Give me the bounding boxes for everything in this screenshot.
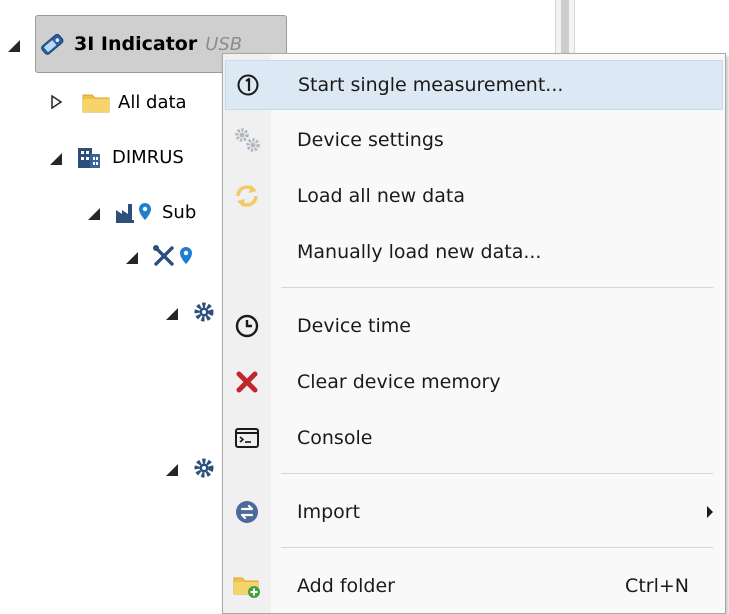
menu-item-console[interactable]: Console [225, 413, 723, 463]
menu-item-import[interactable]: Import [225, 487, 723, 537]
tree-item-label: All data [118, 91, 187, 113]
tree-item-label: DIMRUS [112, 146, 184, 168]
import-icon [225, 499, 269, 525]
folder-icon [82, 90, 110, 114]
collapse-icon[interactable] [8, 40, 20, 52]
gears-icon [225, 125, 269, 155]
connection-type-label: USB [205, 33, 243, 55]
menu-item-label: Clear device memory [297, 371, 501, 393]
menu-item-label: Manually load new data... [297, 241, 542, 263]
menu-item-clear-device-memory[interactable]: Clear device memory [225, 357, 723, 407]
menu-item-device-settings[interactable]: Device settings [225, 115, 723, 165]
gear-icon [192, 456, 220, 480]
red-x-icon [225, 370, 269, 394]
menu-separator [281, 287, 713, 288]
building-icon [76, 145, 104, 169]
menu-separator [281, 473, 713, 474]
menu-item-label: Device settings [297, 129, 444, 151]
tree-item-dimrus[interactable]: DIMRUS [50, 143, 184, 171]
tools-location-icon [152, 244, 196, 268]
tree-item-equipment[interactable] [126, 242, 204, 270]
menu-item-label: Console [297, 427, 373, 449]
tree-item-unit-2[interactable] [166, 454, 228, 482]
menu-item-device-time[interactable]: Device time [225, 301, 723, 351]
console-icon [225, 426, 269, 450]
number-one-circle-icon [226, 73, 270, 97]
menu-item-label: Device time [297, 315, 411, 337]
menu-item-label: Add folder [297, 575, 395, 597]
menu-item-add-folder[interactable]: Add folder Ctrl+N [225, 561, 723, 611]
expand-icon[interactable] [50, 94, 64, 110]
tree-item-all-data[interactable]: All data [50, 88, 187, 116]
clock-icon [225, 313, 269, 339]
menu-item-start-single-measurement[interactable]: Start single measurement... [225, 60, 723, 110]
menu-item-load-all-new-data[interactable]: Load all new data [225, 171, 723, 221]
collapse-icon[interactable] [126, 252, 138, 264]
refresh-icon [225, 181, 269, 211]
collapse-icon[interactable] [88, 208, 100, 220]
tree-item-substation[interactable]: Sub [88, 198, 196, 226]
submenu-arrow-icon [707, 506, 713, 518]
tree-item-label: Sub [162, 201, 197, 223]
menu-item-label: Load all new data [297, 185, 465, 207]
add-folder-icon [225, 572, 269, 600]
menu-item-label: Start single measurement... [298, 74, 564, 96]
tree-item-unit-1[interactable] [166, 298, 228, 326]
tree-item-root[interactable]: 3I Indicator USB [8, 30, 242, 58]
collapse-icon[interactable] [50, 153, 62, 165]
scrollbar-thumb[interactable] [561, 0, 569, 60]
menu-item-manually-load-new-data[interactable]: Manually load new data... [225, 227, 723, 277]
collapse-icon[interactable] [166, 464, 178, 476]
menu-separator [281, 547, 713, 548]
context-menu: Start single measurement... Device setti… [222, 53, 726, 614]
gear-icon [192, 300, 220, 324]
menu-item-shortcut: Ctrl+N [625, 575, 689, 597]
device-name: 3I Indicator [74, 33, 198, 55]
menu-item-label: Import [297, 501, 361, 523]
factory-location-icon [114, 200, 154, 224]
collapse-icon[interactable] [166, 308, 178, 320]
device-indicator-icon [38, 32, 66, 56]
